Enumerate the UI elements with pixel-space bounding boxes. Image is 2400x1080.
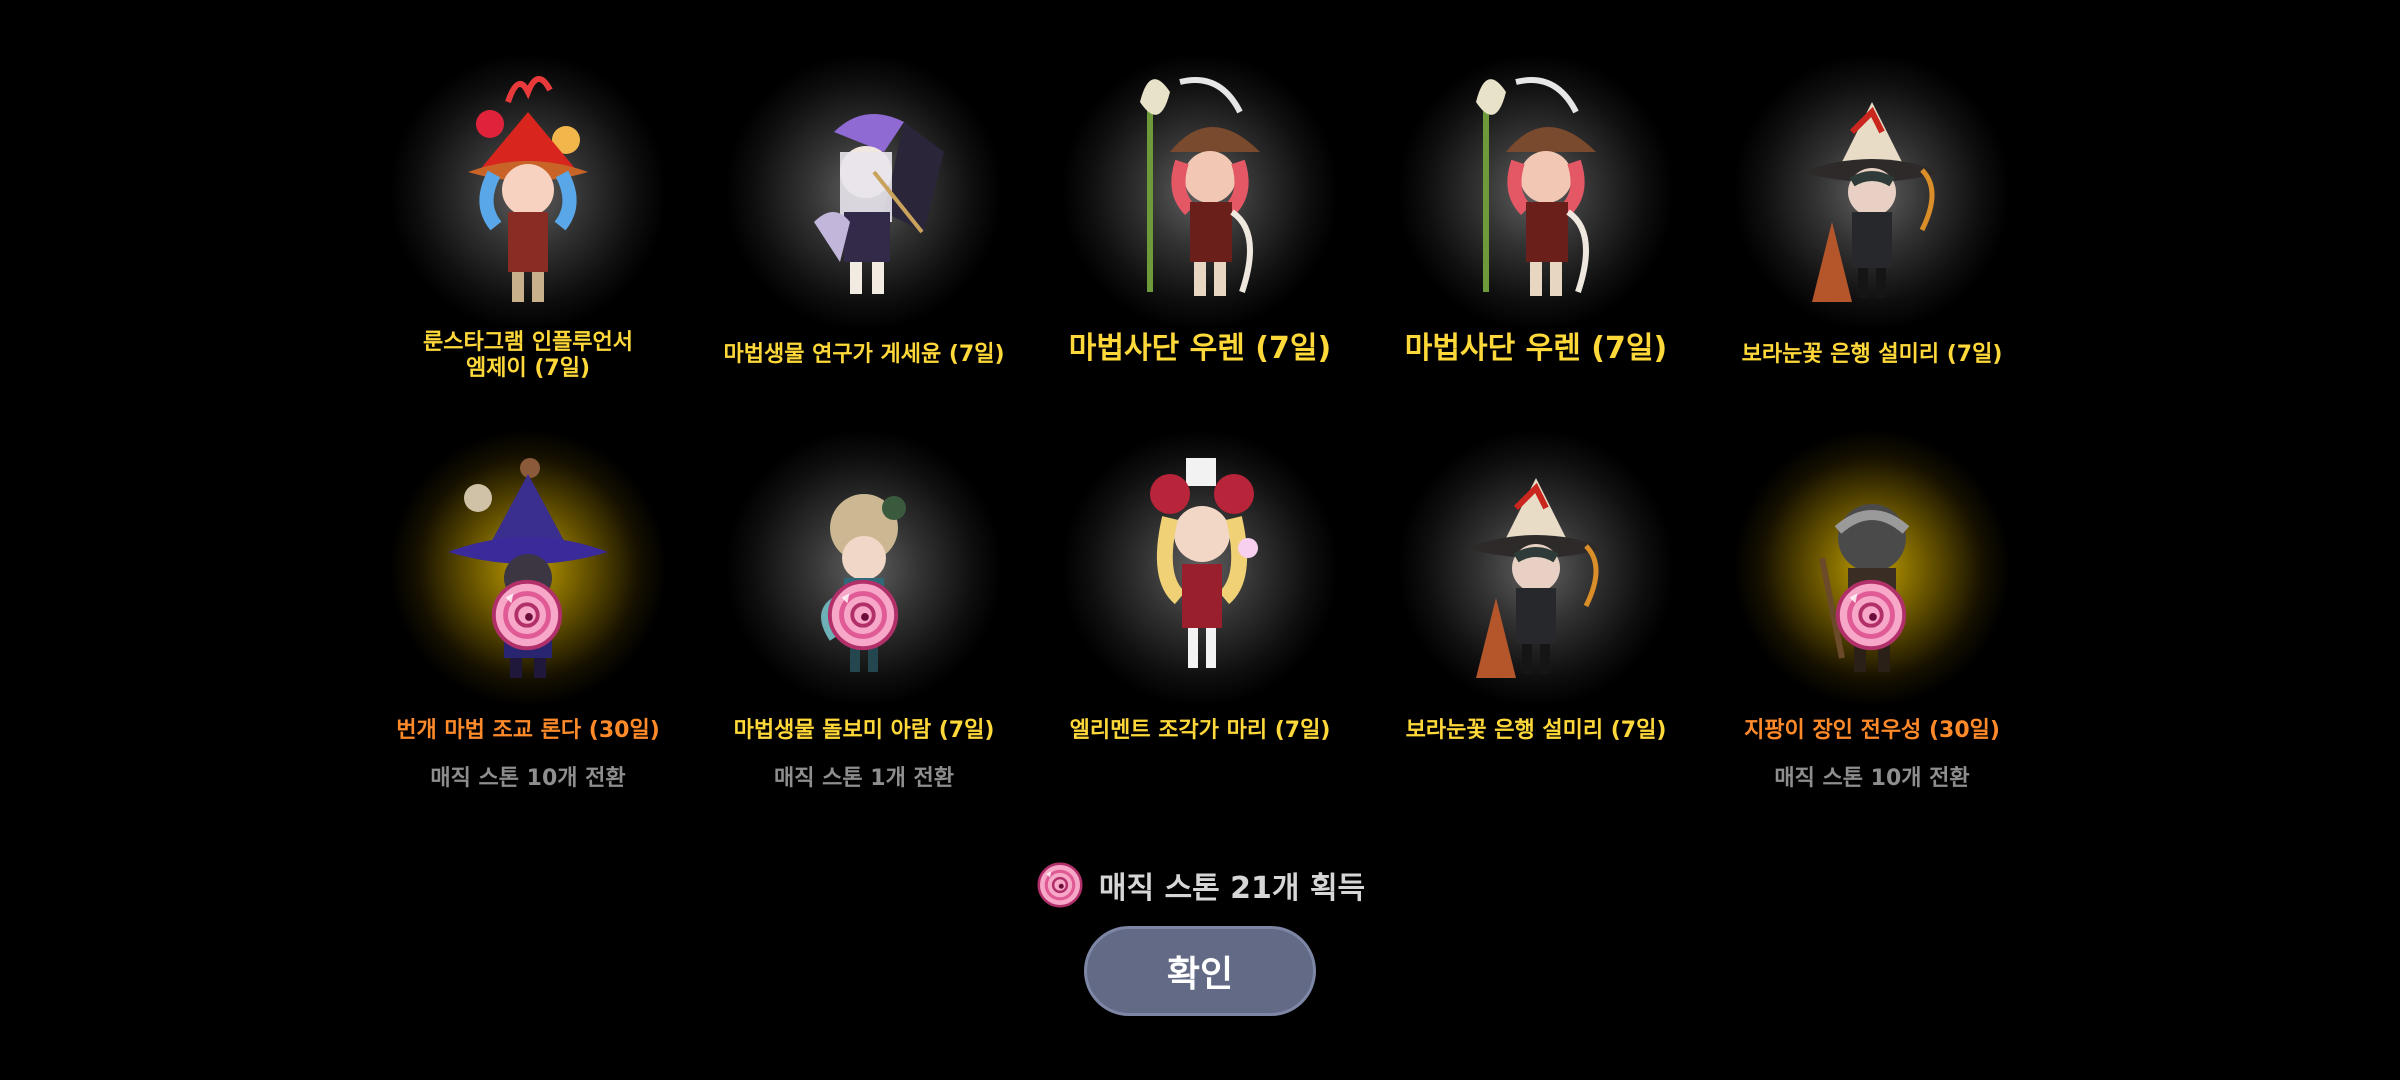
reward-name: 마법사단 우렌 (7일) xyxy=(1068,331,1332,366)
character-sprite xyxy=(1446,438,1626,688)
reward-row-2: 번개 마법 조교 론다 (30일) 매직 스톤 10개 전환 마법생물 돌보미 … xyxy=(360,416,2040,791)
reward-row-1: 룬스타그램 인플루언서 엠제이 (7일) 마법생물 연구가 게세윤 (7일) 마… xyxy=(360,40,2040,398)
reward-card[interactable]: 엘리멘트 조각가 마리 (7일) xyxy=(1032,416,1368,774)
reward-grid: 룬스타그램 인플루언서 엠제이 (7일) 마법생물 연구가 게세윤 (7일) 마… xyxy=(360,40,2040,791)
character-sprite xyxy=(438,62,618,312)
confirm-button[interactable]: 확인 xyxy=(1084,926,1316,1016)
reward-card[interactable]: 마법생물 연구가 게세윤 (7일) xyxy=(696,40,1032,398)
reward-name: 마법생물 연구가 게세윤 (7일) xyxy=(723,342,1005,367)
reward-card[interactable]: 마법사단 우렌 (7일) xyxy=(1368,40,1704,398)
summary-text: 매직 스톤 21개 획득 xyxy=(1098,871,1366,906)
magic-stone-icon xyxy=(824,576,902,654)
reward-summary: 매직 스톤 21개 획득 xyxy=(0,860,2400,910)
reward-name: 지팡이 장인 전우성 (30일) xyxy=(1744,718,2000,743)
reward-name: 마법사단 우렌 (7일) xyxy=(1404,331,1668,366)
reward-name: 마법생물 돌보미 아람 (7일) xyxy=(733,718,995,743)
reward-name: 보라눈꽃 은행 설미리 (7일) xyxy=(1405,718,1667,743)
reward-name: 룬스타그램 인플루언서 엠제이 (7일) xyxy=(422,330,634,381)
reward-card[interactable]: 번개 마법 조교 론다 (30일) 매직 스톤 10개 전환 xyxy=(360,416,696,791)
reward-name: 엘리멘트 조각가 마리 (7일) xyxy=(1069,718,1331,743)
convert-text: 매직 스톤 10개 전환 xyxy=(430,766,626,791)
reward-card[interactable]: 마법사단 우렌 (7일) xyxy=(1032,40,1368,398)
character-sprite xyxy=(1110,438,1290,688)
convert-text: 매직 스톤 10개 전환 xyxy=(1774,766,1970,791)
reward-card[interactable]: 지팡이 장인 전우성 (30일) 매직 스톤 10개 전환 xyxy=(1704,416,2040,791)
reward-name: 보라눈꽃 은행 설미리 (7일) xyxy=(1741,342,2003,367)
character-sprite xyxy=(1446,62,1626,312)
reward-card[interactable]: 룬스타그램 인플루언서 엠제이 (7일) xyxy=(360,40,696,398)
character-sprite xyxy=(1110,62,1290,312)
magic-stone-icon xyxy=(1035,860,1085,910)
reward-name: 번개 마법 조교 론다 (30일) xyxy=(396,718,660,743)
convert-text: 매직 스톤 1개 전환 xyxy=(774,766,954,791)
reward-card[interactable]: 보라눈꽃 은행 설미리 (7일) xyxy=(1368,416,1704,774)
character-sprite xyxy=(774,62,954,312)
magic-stone-icon xyxy=(488,576,566,654)
magic-stone-icon xyxy=(1832,576,1910,654)
reward-card[interactable]: 마법생물 돌보미 아람 (7일) 매직 스톤 1개 전환 xyxy=(696,416,1032,791)
character-sprite xyxy=(1782,62,1962,312)
reward-card[interactable]: 보라눈꽃 은행 설미리 (7일) xyxy=(1704,40,2040,398)
